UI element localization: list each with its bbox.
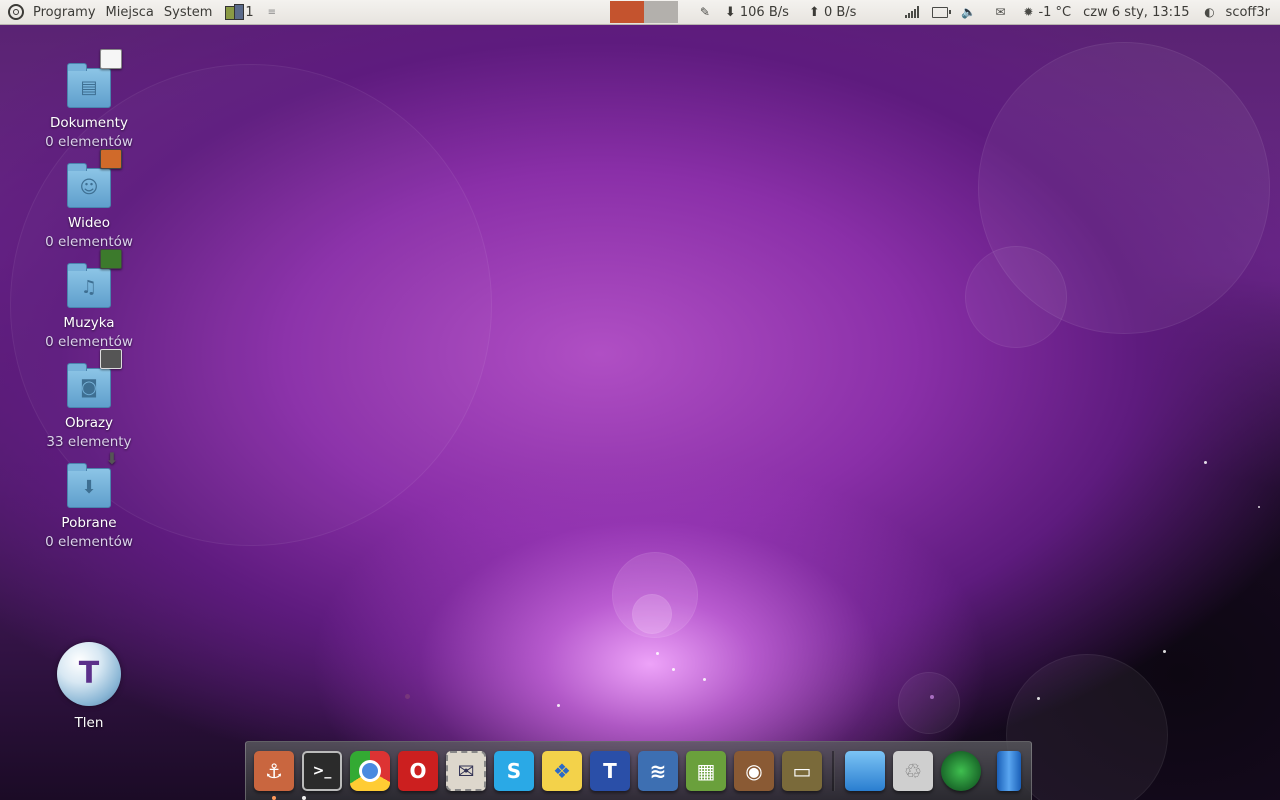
dropbox-icon[interactable]: ❖ (542, 751, 582, 791)
wallpaper-star (1163, 650, 1166, 653)
desktop-icon-count: 0 elementów (45, 234, 133, 250)
signal-strength-icon[interactable] (904, 4, 920, 20)
tlen-icon (57, 642, 121, 706)
documents-folder-icon: ▤ (67, 49, 122, 108)
chrome-icon[interactable] (350, 751, 390, 791)
desktop-icon-label: Wideo (68, 215, 110, 231)
video-folder-icon: ☺ (67, 149, 122, 208)
running-indicator (302, 796, 306, 800)
film-emblem-icon (100, 149, 122, 169)
audio-speaker-icon[interactable]: ◉ (734, 751, 774, 791)
wallpaper-bubble (898, 672, 960, 734)
pictures-folder-icon: ◙ (67, 349, 122, 408)
cpu-load-graph[interactable] (610, 1, 645, 23)
net-download-rate[interactable]: ⬇ 106 B/s (725, 5, 789, 20)
desktop-icon-label: Tlen (74, 715, 104, 731)
mail-envelope-icon[interactable]: ✉ (992, 4, 1008, 20)
desktop-icon-pictures[interactable]: ◙ Obrazy 33 elementy (24, 349, 154, 452)
network-plug-icon[interactable]: ✎ (697, 4, 713, 20)
memory-load-graph[interactable] (644, 1, 679, 23)
text-editor-icon[interactable]: T (590, 751, 630, 791)
office-calc-icon[interactable]: ▦ (686, 751, 726, 791)
wallpaper-star (1204, 461, 1207, 464)
wallpaper-star (1258, 506, 1260, 508)
menu-system[interactable]: System (159, 5, 217, 20)
radar-icon[interactable] (941, 751, 981, 791)
menu-places[interactable]: Miejsca (101, 5, 159, 20)
wallpaper-star (656, 652, 659, 655)
desktop-wallpaper (0, 24, 1280, 800)
dock-separator (832, 751, 835, 791)
user-name[interactable]: scoff3r (1226, 5, 1270, 20)
running-indicator (272, 796, 276, 800)
clock[interactable]: czw 6 sty, 13:15 (1083, 5, 1189, 20)
mail-stamp-icon[interactable]: ✉ (446, 751, 486, 791)
wallpaper-star (672, 668, 675, 671)
desktop-icon-label: Obrazy (64, 415, 114, 431)
top-panel: Programy Miejsca System 1 ≡ ✎ ⬇ 106 B/s … (0, 0, 1280, 25)
music-folder-icon: ♫ (67, 249, 122, 308)
panel-grip-icon: ≡ (267, 6, 277, 18)
download-emblem-icon: ⬇ (105, 449, 119, 468)
photo-emblem-icon (100, 349, 122, 369)
desktop-icon-label: Dokumenty (50, 115, 128, 131)
trash-icon[interactable]: ♲ (893, 751, 933, 791)
desktop-icon-music[interactable]: ♫ Muzyka 0 elementów (24, 249, 154, 352)
wallpaper-star (1037, 697, 1040, 700)
user-status-icon[interactable]: ◐ (1202, 4, 1218, 20)
weather-temperature[interactable]: -1 °C (1038, 5, 1071, 20)
wallpaper-star (557, 704, 560, 707)
anchor-launcher-icon[interactable]: ⚓ (254, 751, 306, 800)
music-emblem-icon (100, 249, 122, 269)
net-upload-rate[interactable]: ⬆ 0 B/s (809, 5, 857, 20)
wallpaper-star (930, 695, 934, 699)
wallpaper-star (405, 694, 410, 699)
terminal-icon[interactable]: >_ (302, 751, 342, 791)
workspace-switcher-icon[interactable] (223, 3, 245, 21)
desktop-icon-video[interactable]: ☺ Wideo 0 elementów (24, 149, 154, 252)
desktop-icon-count: 33 elementy (46, 434, 132, 450)
volume-icon[interactable]: 🔈 (960, 4, 976, 20)
tv-icon[interactable]: ▭ (782, 751, 822, 791)
desktop-icon-downloads[interactable]: ⬇ ⬇ Pobrane 0 elementów (24, 449, 154, 552)
desktop-show-icon[interactable] (845, 751, 885, 791)
desktop-icon-documents[interactable]: ▤ Dokumenty 0 elementów (24, 49, 154, 152)
desktop-icon-tlen[interactable]: Tlen (24, 642, 154, 733)
skype-icon[interactable]: S (494, 751, 534, 791)
workspace-number: 1 (245, 4, 254, 20)
office-writer-icon[interactable]: ≋ (638, 751, 678, 791)
ubuntu-logo-icon[interactable] (8, 4, 24, 20)
document-emblem-icon (100, 49, 122, 69)
downloads-folder-icon: ⬇ ⬇ (67, 449, 119, 508)
desktop-icon-label: Pobrane (61, 515, 117, 531)
weather-sun-icon[interactable]: ✹ (1020, 4, 1036, 20)
dock: ⚓ >_ O ✉ S ❖ T ≋ ▦ ◉ ▭ ♲ (245, 741, 1032, 800)
desktop-icon-count: 0 elementów (45, 134, 133, 150)
desktop-icon-count: 0 elementów (45, 334, 133, 350)
wallpaper-bubble (632, 594, 672, 634)
desktop-icon-label: Muzyka (63, 315, 115, 331)
net-download-value: 106 B/s (739, 4, 789, 20)
menu-applications[interactable]: Programy (28, 5, 101, 20)
opera-icon[interactable]: O (398, 751, 438, 791)
net-upload-value: 0 B/s (823, 4, 857, 20)
desktop-icon-count: 0 elementów (45, 534, 133, 550)
wallpaper-star (703, 678, 706, 681)
battery-status-icon[interactable] (932, 4, 952, 20)
wallpaper-bubble (965, 246, 1067, 348)
battery-icon[interactable] (997, 751, 1021, 791)
